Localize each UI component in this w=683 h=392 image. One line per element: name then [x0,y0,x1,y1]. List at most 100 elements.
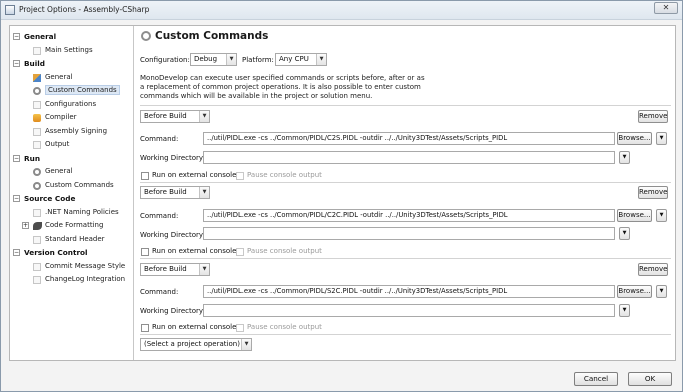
tree-item-build-general[interactable]: General [10,71,133,85]
settings-page-icon [33,46,41,55]
command-input[interactable]: ../util/PIDL.exe -cs ../Common/PIDL/S2C.… [203,285,615,298]
ok-button[interactable]: OK [628,372,672,386]
tree-item-label: .NET Naming Policies [45,207,119,216]
platform-select[interactable]: Any CPU ▼ [275,53,327,66]
tree-category-run[interactable]: − Run [10,152,133,166]
collapse-icon[interactable]: − [13,60,20,67]
tree-item-label: Compiler [45,113,77,121]
tree-item-run-general[interactable]: General [10,165,133,179]
settings-page-icon [33,262,41,271]
tree-item-build-custom-commands[interactable]: Custom Commands [10,84,133,98]
browse-button[interactable]: Browse... [617,209,652,222]
operation-select[interactable]: Before Build ▼ [140,263,210,276]
tree-item-standard-header[interactable]: Standard Header [10,233,133,247]
tree-item-label: Commit Message Style [45,261,126,270]
run-on-external-console-checkbox[interactable] [141,248,149,256]
add-operation-select[interactable]: (Select a project operation) ▼ [140,338,252,351]
tree-category-source-code[interactable]: − Source Code [10,192,133,206]
tree-category-general[interactable]: − General [10,30,133,44]
pause-console-output-label: Pause console output [247,247,322,255]
command-macros-dropdown[interactable]: ▼ [656,285,667,298]
working-directory-label: Working Directory: [140,231,205,239]
remove-button[interactable]: Remove [638,110,668,123]
close-window-button[interactable]: ✕ [654,2,678,14]
operation-value: Before Build [144,188,187,196]
operation-select[interactable]: Before Build ▼ [140,186,210,199]
working-directory-dropdown[interactable]: ▼ [619,304,630,317]
tree-item-naming-policies[interactable]: .NET Naming Policies [10,206,133,220]
browse-button[interactable]: Browse... [617,285,652,298]
settings-page-icon [33,276,41,284]
tree-item-output[interactable]: Output [10,138,133,152]
settings-page-icon [33,235,41,244]
separator [140,258,671,259]
tree-item-code-formatting[interactable]: + Code Formatting [10,219,133,233]
remove-button[interactable]: Remove [638,186,668,199]
tree-item-assembly-signing[interactable]: Assembly Signing [10,125,133,139]
tree-item-changelog-integration[interactable]: ChangeLog Integration [10,273,133,287]
tree-category-label: Build [24,59,45,68]
pause-console-output-label: Pause console output [247,323,322,331]
add-operation-value: (Select a project operation) [144,340,240,348]
working-directory-label: Working Directory: [140,154,205,162]
tree-category-version-control[interactable]: − Version Control [10,246,133,260]
collapse-icon[interactable]: − [13,249,20,256]
command-input[interactable]: ../util/PIDL.exe -cs ../Common/PIDL/C2S.… [203,132,615,145]
tree-item-run-custom-commands[interactable]: Custom Commands [10,179,133,193]
command-macros-dropdown[interactable]: ▼ [656,132,667,145]
app-window-icon [5,5,15,15]
command-macros-dropdown[interactable]: ▼ [656,209,667,222]
tree-item-compiler[interactable]: Compiler [10,111,133,125]
page-title: Custom Commands [155,30,269,42]
title-bar[interactable]: Project Options - Assembly-CSharp ✕ [1,1,682,20]
run-on-external-console-checkbox[interactable] [141,324,149,332]
chevron-down-icon: ▼ [316,54,326,65]
working-directory-input[interactable] [203,151,615,164]
working-directory-dropdown[interactable]: ▼ [619,227,630,240]
operation-select[interactable]: Before Build ▼ [140,110,210,123]
cancel-button[interactable]: Cancel [574,372,618,386]
tree-item-label: General [45,72,73,81]
browse-button[interactable]: Browse... [617,132,652,145]
working-directory-label: Working Directory: [140,307,205,315]
command-input[interactable]: ../util/PIDL.exe -cs ../Common/PIDL/C2C.… [203,209,615,222]
collapse-icon[interactable]: − [13,195,20,202]
working-directory-input[interactable] [203,304,615,317]
pause-console-output-checkbox[interactable] [236,248,244,256]
run-on-external-console-checkbox[interactable] [141,172,149,180]
tree-category-build[interactable]: − Build [10,57,133,71]
tree-item-commit-message-style[interactable]: Commit Message Style [10,260,133,274]
code-formatting-icon [33,222,42,230]
chevron-down-icon: ▼ [199,111,209,122]
pause-console-output-checkbox[interactable] [236,324,244,332]
configuration-select[interactable]: Debug ▼ [190,53,237,66]
expand-icon[interactable]: + [22,222,29,229]
tree-item-label: Custom Commands [45,85,120,95]
content-area: − General Main Settings − Build General Cu… [9,25,676,361]
gear-icon [141,31,151,41]
configuration-value: Debug [194,55,218,63]
tree-category-label: Run [24,153,41,163]
tree-item-main-settings[interactable]: Main Settings [10,44,133,58]
tree-item-configurations[interactable]: Configurations [10,98,133,112]
working-directory-dropdown[interactable]: ▼ [619,151,630,164]
tree-category-label: Version Control [24,248,88,257]
platform-value: Any CPU [279,55,309,63]
settings-page-icon [33,100,41,109]
collapse-icon[interactable]: − [13,33,20,40]
chevron-down-icon: ▼ [226,54,236,65]
tree-category-label: General [24,32,57,41]
configuration-label: Configuration: [140,56,190,64]
separator [140,182,671,183]
command-label: Command: [140,212,179,220]
tree-item-label: Custom Commands [45,180,114,189]
operation-value: Before Build [144,265,187,273]
tree-item-label: General [45,167,73,175]
window-title: Project Options - Assembly-CSharp [19,5,150,14]
chevron-down-icon: ▼ [199,187,209,198]
remove-button[interactable]: Remove [638,263,668,276]
collapse-icon[interactable]: − [13,154,20,162]
working-directory-input[interactable] [203,227,615,240]
chevron-down-icon: ▼ [241,339,251,350]
pause-console-output-checkbox[interactable] [236,172,244,180]
